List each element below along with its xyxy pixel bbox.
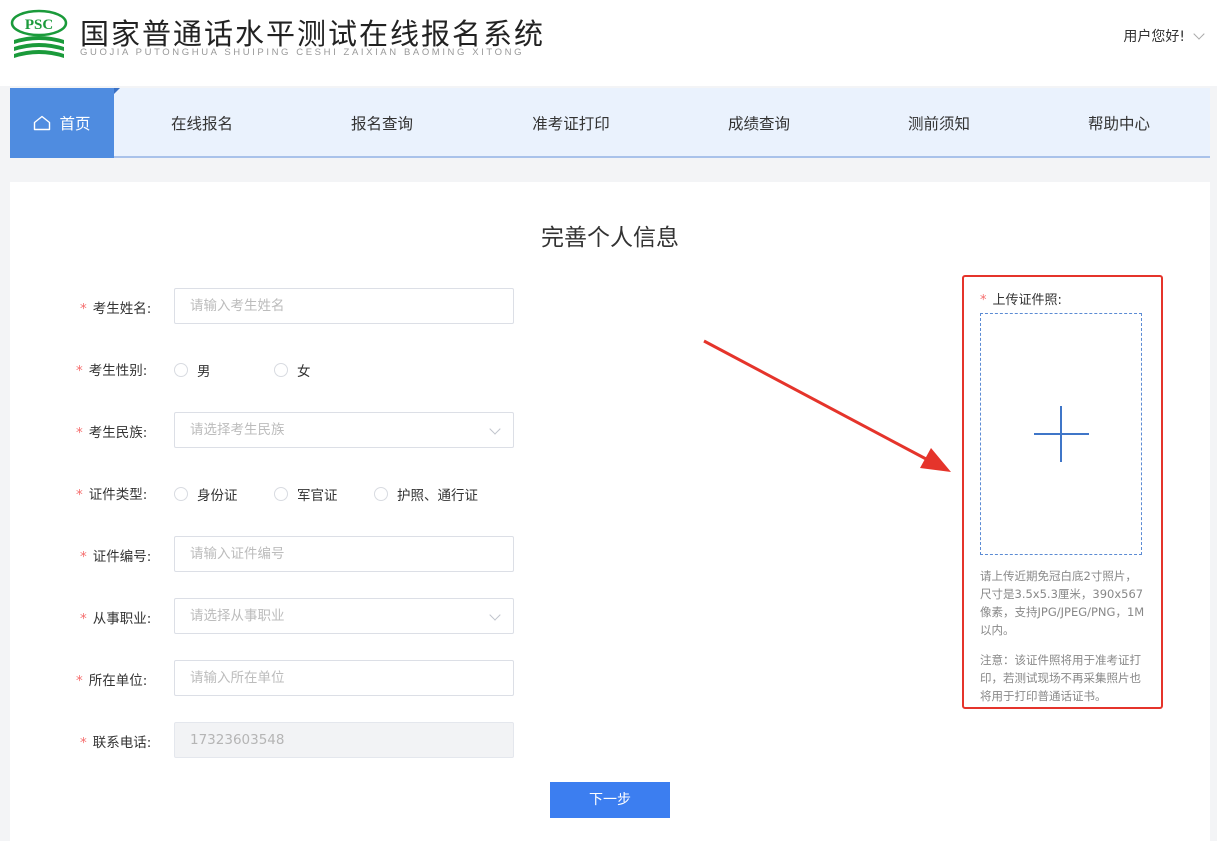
id-type-label: * 证件类型: bbox=[76, 487, 148, 503]
user-greeting: 用户您好! bbox=[1123, 29, 1185, 45]
required-mark: * bbox=[980, 293, 987, 308]
id-number-input[interactable]: 请输入证件编号 bbox=[174, 536, 514, 572]
name-input[interactable]: 请输入考生姓名 bbox=[174, 288, 514, 324]
profile-form: 完善个人信息 * 考生姓名: 请输入考生姓名 * 考生性别: 男 女 * 考生民族: … bbox=[10, 182, 1210, 841]
nav-item-home[interactable]: 首页 bbox=[10, 88, 120, 158]
required-mark: * bbox=[76, 487, 83, 503]
site-subtitle: GUOJIA PUTONGHUA SHUIPING CESHI ZAIXIAN … bbox=[80, 47, 525, 58]
gender-radio-male[interactable]: 男 bbox=[174, 360, 211, 380]
plus-icon bbox=[1060, 406, 1062, 462]
chevron-down-icon bbox=[1193, 28, 1205, 40]
employer-input[interactable]: 请输入所在单位 bbox=[174, 660, 514, 696]
user-menu[interactable]: 用户您好! bbox=[1123, 26, 1205, 46]
occupation-placeholder: 请选择从事职业 bbox=[190, 608, 285, 624]
nav-item-online-registration[interactable]: 在线报名 bbox=[171, 88, 233, 158]
gender-label: * 考生性别: bbox=[76, 363, 148, 379]
photo-note: 注意：该证件照将用于准考证打印，若测试现场不再采集照片也将用于打印普通话证书。 bbox=[980, 653, 1141, 703]
radio-circle bbox=[274, 363, 288, 377]
ethnicity-label: * 考生民族: bbox=[76, 425, 148, 441]
radio-circle bbox=[374, 487, 388, 501]
required-mark: * bbox=[76, 363, 83, 379]
radio-circle bbox=[274, 487, 288, 501]
logo-text: PSC bbox=[25, 17, 53, 33]
nav-item-score-query[interactable]: 成绩查询 bbox=[728, 88, 790, 158]
ethnicity-select[interactable]: 请选择考生民族 bbox=[174, 412, 514, 448]
chevron-down-icon bbox=[489, 423, 501, 435]
chevron-down-icon bbox=[489, 609, 501, 621]
id-type-radio-id-card[interactable]: 身份证 bbox=[174, 484, 238, 504]
employer-label: * 所在单位: bbox=[76, 673, 148, 689]
name-label: * 考生姓名: bbox=[80, 301, 152, 317]
radio-circle bbox=[174, 487, 188, 501]
main-nav: 首页 在线报名 报名查询 准考证打印 成绩查询 测前须知 帮助中心 bbox=[10, 88, 1210, 158]
photo-upload-panel: * 上传证件照: 请上传近期免冠白底2寸照片，尺寸是3.5x5.3厘米，390x5… bbox=[962, 275, 1163, 709]
phone-label: * 联系电话: bbox=[80, 735, 152, 751]
required-mark: * bbox=[80, 611, 87, 627]
id-type-radio-passport[interactable]: 护照、通行证 bbox=[374, 484, 478, 504]
id-type-radio-military[interactable]: 军官证 bbox=[274, 484, 338, 504]
site-header: PSC 国家普通话水平测试在线报名系统 GUOJIA PUTONGHUA SHU… bbox=[0, 0, 1217, 86]
nav-item-admission-ticket[interactable]: 准考证打印 bbox=[532, 88, 610, 158]
required-mark: * bbox=[80, 735, 87, 751]
required-mark: * bbox=[76, 425, 83, 441]
photo-upload-area[interactable] bbox=[980, 313, 1142, 555]
required-mark: * bbox=[76, 673, 83, 689]
ethnicity-placeholder: 请选择考生民族 bbox=[190, 422, 285, 438]
radio-circle bbox=[174, 363, 188, 377]
nav-item-registration-query[interactable]: 报名查询 bbox=[351, 88, 413, 158]
psc-logo-icon[interactable]: PSC bbox=[10, 8, 68, 64]
nav-item-help-center[interactable]: 帮助中心 bbox=[1088, 88, 1150, 158]
form-title: 完善个人信息 bbox=[541, 225, 679, 251]
phone-input: 17323603548 bbox=[174, 722, 514, 758]
photo-requirements: 请上传近期免冠白底2寸照片，尺寸是3.5x5.3厘米，390x567像素，支持J… bbox=[980, 569, 1145, 637]
gender-radio-female[interactable]: 女 bbox=[274, 360, 311, 380]
photo-label: * 上传证件照: bbox=[980, 293, 1062, 308]
nav-item-pretest-notice[interactable]: 测前须知 bbox=[908, 88, 970, 158]
required-mark: * bbox=[80, 301, 87, 317]
next-step-button[interactable]: 下一步 bbox=[550, 782, 670, 818]
nav-home-label: 首页 bbox=[59, 115, 91, 133]
required-mark: * bbox=[80, 549, 87, 565]
id-number-label: * 证件编号: bbox=[80, 549, 152, 565]
occupation-select[interactable]: 请选择从事职业 bbox=[174, 598, 514, 634]
occupation-label: * 从事职业: bbox=[80, 611, 152, 627]
home-icon bbox=[33, 115, 51, 131]
